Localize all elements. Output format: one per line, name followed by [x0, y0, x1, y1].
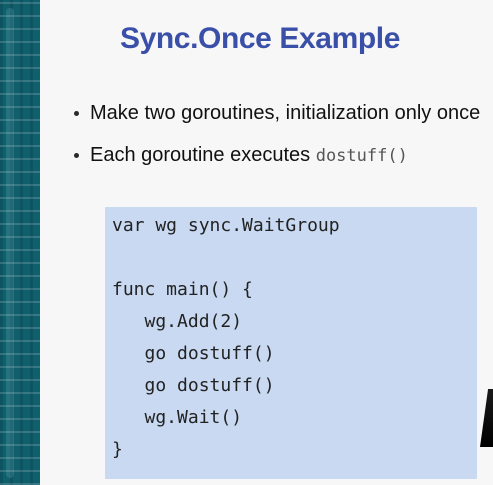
code-line: wg.Add(2) — [112, 311, 243, 332]
code-line: go dostuff() — [112, 375, 275, 396]
bullet-item: Make two goroutines, initialization only… — [74, 101, 484, 125]
slide-left-decoration — [0, 0, 40, 485]
code-line: wg.Wait() — [112, 407, 243, 428]
bullet-list: Make two goroutines, initialization only… — [74, 101, 484, 185]
bullet-item: Each goroutine executes dostuff() — [74, 143, 484, 167]
code-line: var wg sync.WaitGroup — [112, 215, 340, 236]
code-block: var wg sync.WaitGroup func main() { wg.A… — [105, 207, 477, 479]
code-line: go dostuff() — [112, 343, 275, 364]
bullet-text: Make two goroutines, initialization only… — [90, 102, 481, 124]
code-line: func main() { — [112, 279, 253, 300]
slide-title: Sync.Once Example — [119, 22, 400, 55]
bullet-text: Each goroutine executes — [90, 144, 316, 166]
code-line: } — [112, 439, 123, 460]
inline-code: dostuff() — [315, 146, 408, 166]
corner-decoration — [480, 389, 493, 447]
sidebar-glow — [6, 8, 14, 478]
slide-content: Sync.Once Example Make two goroutines, i… — [40, 0, 493, 485]
